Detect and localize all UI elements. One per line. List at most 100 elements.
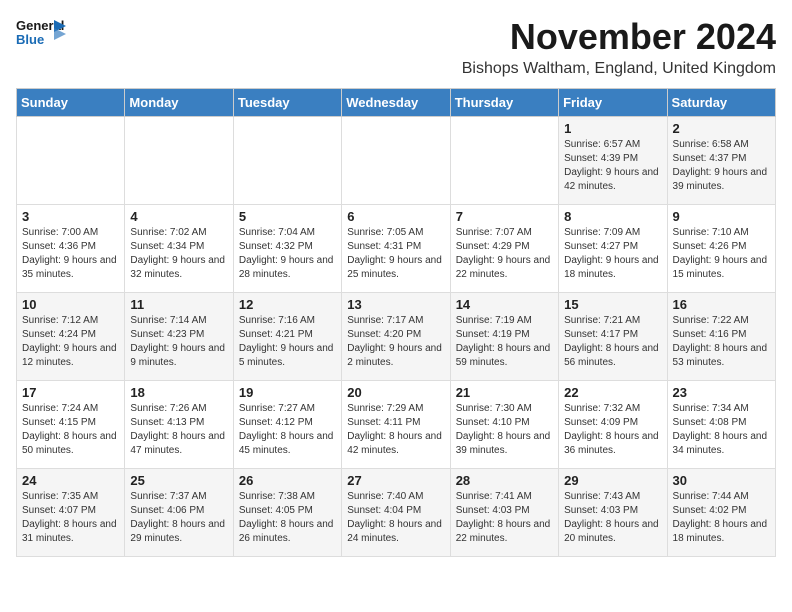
day-number: 1 [564, 121, 661, 136]
day-number: 3 [22, 209, 119, 224]
day-number: 4 [130, 209, 227, 224]
day-number: 29 [564, 473, 661, 488]
calendar-cell: 20 Sunrise: 7:29 AM Sunset: 4:11 PM Dayli… [342, 381, 450, 469]
day-info: Sunrise: 7:32 AM Sunset: 4:09 PM Dayligh… [564, 402, 661, 458]
calendar-cell: 19Sunrise: 7:27 AM Sunset: 4:12 PM Dayli… [233, 381, 341, 469]
day-info: Sunrise: 7:16 AM Sunset: 4:21 PM Dayligh… [239, 314, 336, 370]
calendar-week-row: 1 Sunrise: 6:57 AM Sunset: 4:39 PM Daylig… [17, 117, 776, 205]
day-info: Sunrise: 7:09 AM Sunset: 4:27 PM Dayligh… [564, 226, 661, 282]
header: General Blue November 2024 Bishops Walth… [16, 16, 776, 78]
day-number: 18 [130, 385, 227, 400]
calendar-cell [125, 117, 233, 205]
day-info: Sunrise: 7:22 AM Sunset: 4:16 PM Dayligh… [673, 314, 770, 370]
calendar-cell [17, 117, 125, 205]
calendar-cell: 27 Sunrise: 7:40 AM Sunset: 4:04 PM Dayli… [342, 469, 450, 557]
day-info: Sunrise: 7:24 AM Sunset: 4:15 PM Dayligh… [22, 402, 119, 458]
day-number: 10 [22, 297, 119, 312]
calendar-cell: 6Sunrise: 7:05 AM Sunset: 4:31 PM Daylig… [342, 205, 450, 293]
day-number: 23 [673, 385, 770, 400]
calendar-cell: 9 Sunrise: 7:10 AM Sunset: 4:26 PM Daylig… [667, 205, 775, 293]
calendar-week-row: 17Sunrise: 7:24 AM Sunset: 4:15 PM Dayli… [17, 381, 776, 469]
calendar-cell: 25Sunrise: 7:37 AM Sunset: 4:06 PM Dayli… [125, 469, 233, 557]
day-info: Sunrise: 7:34 AM Sunset: 4:08 PM Dayligh… [673, 402, 770, 458]
calendar-cell: 30Sunrise: 7:44 AM Sunset: 4:02 PM Dayli… [667, 469, 775, 557]
logo-icon: General Blue [16, 16, 66, 52]
calendar-cell: 8 Sunrise: 7:09 AM Sunset: 4:27 PM Daylig… [559, 205, 667, 293]
day-info: Sunrise: 7:10 AM Sunset: 4:26 PM Dayligh… [673, 226, 770, 282]
day-number: 5 [239, 209, 336, 224]
day-info: Sunrise: 7:30 AM Sunset: 4:10 PM Dayligh… [456, 402, 553, 458]
calendar-cell: 13 Sunrise: 7:17 AM Sunset: 4:20 PM Dayli… [342, 293, 450, 381]
day-info: Sunrise: 7:29 AM Sunset: 4:11 PM Dayligh… [347, 402, 444, 458]
svg-text:Blue: Blue [16, 32, 44, 47]
day-number: 28 [456, 473, 553, 488]
calendar-cell: 23 Sunrise: 7:34 AM Sunset: 4:08 PM Dayli… [667, 381, 775, 469]
calendar-cell: 1 Sunrise: 6:57 AM Sunset: 4:39 PM Daylig… [559, 117, 667, 205]
day-info: Sunrise: 7:21 AM Sunset: 4:17 PM Dayligh… [564, 314, 661, 370]
header-row: SundayMondayTuesdayWednesdayThursdayFrid… [17, 89, 776, 117]
calendar-cell: 17Sunrise: 7:24 AM Sunset: 4:15 PM Dayli… [17, 381, 125, 469]
day-info: Sunrise: 7:19 AM Sunset: 4:19 PM Dayligh… [456, 314, 553, 370]
day-info: Sunrise: 7:05 AM Sunset: 4:31 PM Dayligh… [347, 226, 444, 282]
calendar-cell: 26Sunrise: 7:38 AM Sunset: 4:05 PM Dayli… [233, 469, 341, 557]
calendar-cell: 11 Sunrise: 7:14 AM Sunset: 4:23 PM Dayli… [125, 293, 233, 381]
day-info: Sunrise: 7:04 AM Sunset: 4:32 PM Dayligh… [239, 226, 336, 282]
day-number: 8 [564, 209, 661, 224]
day-info: Sunrise: 7:44 AM Sunset: 4:02 PM Dayligh… [673, 490, 770, 546]
day-number: 13 [347, 297, 444, 312]
calendar-cell: 4 Sunrise: 7:02 AM Sunset: 4:34 PM Daylig… [125, 205, 233, 293]
day-number: 20 [347, 385, 444, 400]
calendar-cell: 29 Sunrise: 7:43 AM Sunset: 4:03 PM Dayli… [559, 469, 667, 557]
day-info: Sunrise: 7:12 AM Sunset: 4:24 PM Dayligh… [22, 314, 119, 370]
day-number: 15 [564, 297, 661, 312]
calendar-cell: 10 Sunrise: 7:12 AM Sunset: 4:24 PM Dayli… [17, 293, 125, 381]
day-number: 14 [456, 297, 553, 312]
day-number: 16 [673, 297, 770, 312]
day-info: Sunrise: 6:57 AM Sunset: 4:39 PM Dayligh… [564, 138, 661, 194]
calendar-cell: 3 Sunrise: 7:00 AM Sunset: 4:36 PM Daylig… [17, 205, 125, 293]
calendar-cell: 18 Sunrise: 7:26 AM Sunset: 4:13 PM Dayli… [125, 381, 233, 469]
calendar-cell: 2 Sunrise: 6:58 AM Sunset: 4:37 PM Daylig… [667, 117, 775, 205]
weekday-header: Wednesday [342, 89, 450, 117]
weekday-header: Monday [125, 89, 233, 117]
month-title: November 2024 [462, 16, 776, 58]
calendar-cell: 21 Sunrise: 7:30 AM Sunset: 4:10 PM Dayli… [450, 381, 558, 469]
day-info: Sunrise: 7:41 AM Sunset: 4:03 PM Dayligh… [456, 490, 553, 546]
day-number: 19 [239, 385, 336, 400]
day-number: 22 [564, 385, 661, 400]
weekday-header: Sunday [17, 89, 125, 117]
calendar-cell: 16 Sunrise: 7:22 AM Sunset: 4:16 PM Dayli… [667, 293, 775, 381]
calendar-week-row: 10 Sunrise: 7:12 AM Sunset: 4:24 PM Dayli… [17, 293, 776, 381]
weekday-header: Friday [559, 89, 667, 117]
weekday-header: Thursday [450, 89, 558, 117]
day-info: Sunrise: 7:40 AM Sunset: 4:04 PM Dayligh… [347, 490, 444, 546]
calendar-cell: 22 Sunrise: 7:32 AM Sunset: 4:09 PM Dayli… [559, 381, 667, 469]
day-number: 21 [456, 385, 553, 400]
day-info: Sunrise: 6:58 AM Sunset: 4:37 PM Dayligh… [673, 138, 770, 194]
day-number: 2 [673, 121, 770, 136]
calendar-cell [342, 117, 450, 205]
day-info: Sunrise: 7:02 AM Sunset: 4:34 PM Dayligh… [130, 226, 227, 282]
calendar-cell: 15 Sunrise: 7:21 AM Sunset: 4:17 PM Dayli… [559, 293, 667, 381]
day-info: Sunrise: 7:43 AM Sunset: 4:03 PM Dayligh… [564, 490, 661, 546]
weekday-header: Saturday [667, 89, 775, 117]
day-info: Sunrise: 7:37 AM Sunset: 4:06 PM Dayligh… [130, 490, 227, 546]
weekday-header: Tuesday [233, 89, 341, 117]
location-title: Bishops Waltham, England, United Kingdom [462, 60, 776, 78]
day-number: 11 [130, 297, 227, 312]
day-number: 7 [456, 209, 553, 224]
logo: General Blue [16, 16, 66, 52]
calendar-week-row: 3 Sunrise: 7:00 AM Sunset: 4:36 PM Daylig… [17, 205, 776, 293]
day-number: 9 [673, 209, 770, 224]
day-info: Sunrise: 7:17 AM Sunset: 4:20 PM Dayligh… [347, 314, 444, 370]
day-info: Sunrise: 7:14 AM Sunset: 4:23 PM Dayligh… [130, 314, 227, 370]
day-number: 27 [347, 473, 444, 488]
day-info: Sunrise: 7:00 AM Sunset: 4:36 PM Dayligh… [22, 226, 119, 282]
day-info: Sunrise: 7:26 AM Sunset: 4:13 PM Dayligh… [130, 402, 227, 458]
calendar-table: SundayMondayTuesdayWednesdayThursdayFrid… [16, 88, 776, 557]
calendar-cell: 28 Sunrise: 7:41 AM Sunset: 4:03 PM Dayli… [450, 469, 558, 557]
day-number: 26 [239, 473, 336, 488]
calendar-cell: 5 Sunrise: 7:04 AM Sunset: 4:32 PM Daylig… [233, 205, 341, 293]
calendar-cell [450, 117, 558, 205]
calendar-cell: 24Sunrise: 7:35 AM Sunset: 4:07 PM Dayli… [17, 469, 125, 557]
